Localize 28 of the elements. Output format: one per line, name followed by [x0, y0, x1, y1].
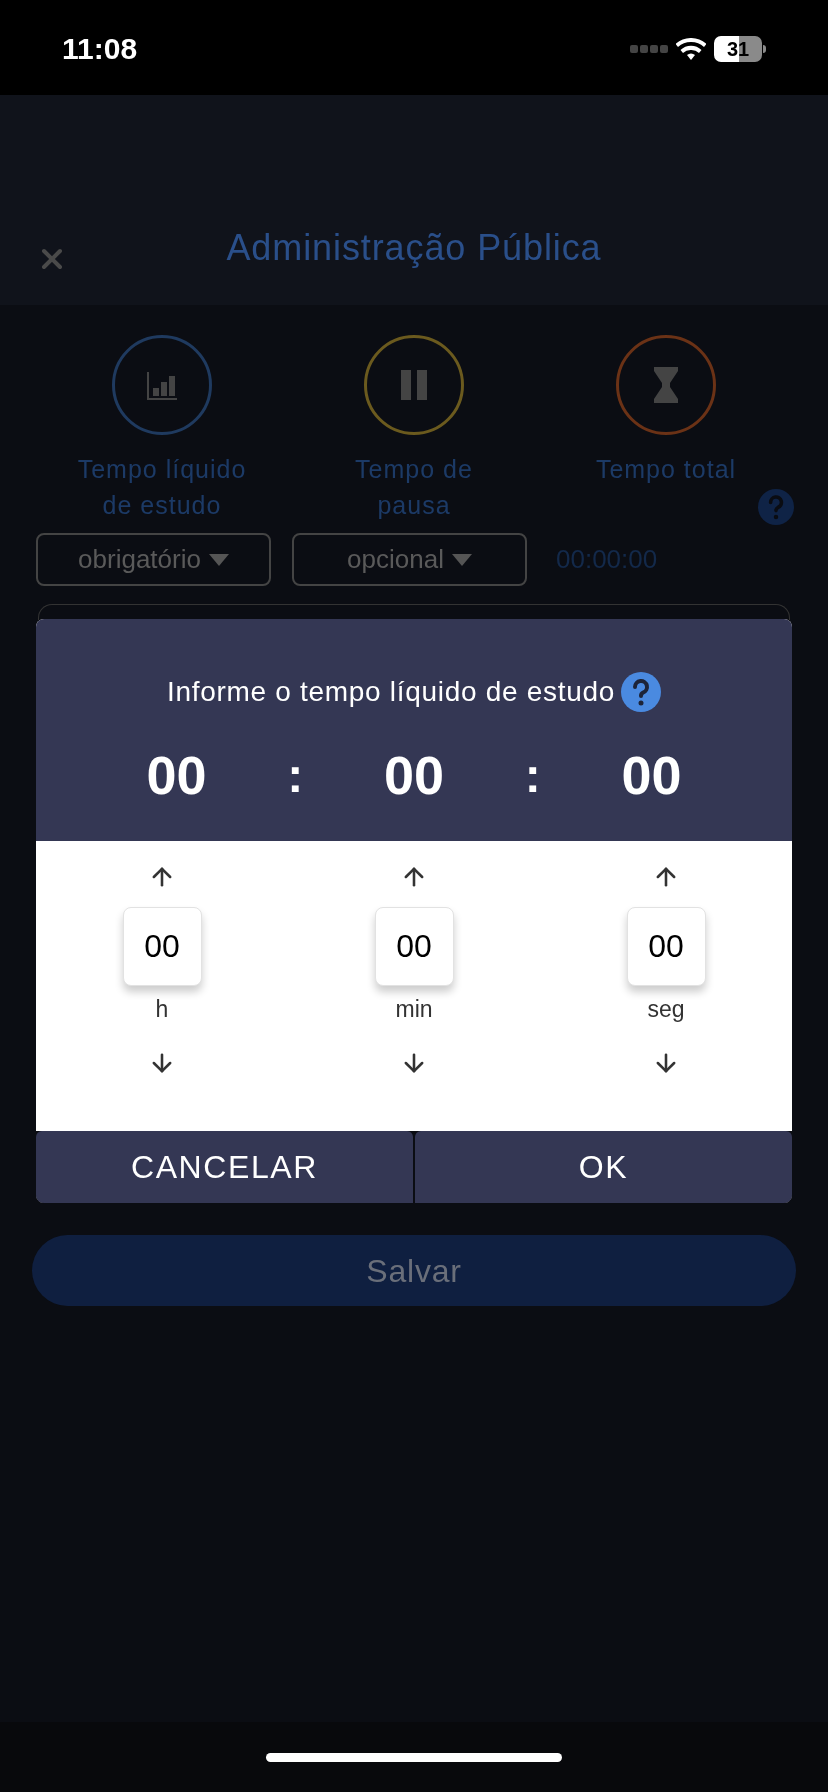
help-icon[interactable] [621, 672, 661, 712]
time-separator: : [287, 747, 304, 804]
stat-label: Tempo total [595, 454, 737, 485]
battery-indicator: 31 [714, 35, 766, 62]
time-input[interactable]: 00 [626, 907, 706, 986]
time-display: 00 [383, 744, 444, 807]
dropdown-caret-icon [451, 553, 472, 566]
time-separator: : [524, 747, 541, 804]
wifi-icon [676, 37, 706, 60]
hourglass-icon [653, 366, 679, 404]
stat-label: Tempo líquido de estudo [76, 454, 248, 521]
dialog-button[interactable]: OK [415, 1131, 792, 1203]
time-input[interactable]: 00 [122, 907, 202, 986]
pause-icon [399, 368, 429, 402]
page-title: Administração Pública [226, 226, 602, 270]
time-display: 00 [621, 744, 682, 807]
time-display: 00 [146, 744, 207, 807]
unit-label: h [155, 995, 169, 1024]
dropdown-caret-icon [208, 553, 229, 566]
unit-label: seg [647, 995, 685, 1024]
unit-label: min [395, 995, 433, 1024]
stat-label: Tempo de pausa [354, 454, 474, 521]
status-time: 11:08 [62, 31, 138, 67]
signal-icon [630, 44, 668, 53]
dialog-button[interactable]: CANCELAR [36, 1131, 413, 1203]
home-indicator[interactable] [266, 1752, 562, 1762]
time-input[interactable]: 00 [374, 907, 454, 986]
dialog-title: Informe o tempo líquido de estudo [166, 675, 615, 709]
